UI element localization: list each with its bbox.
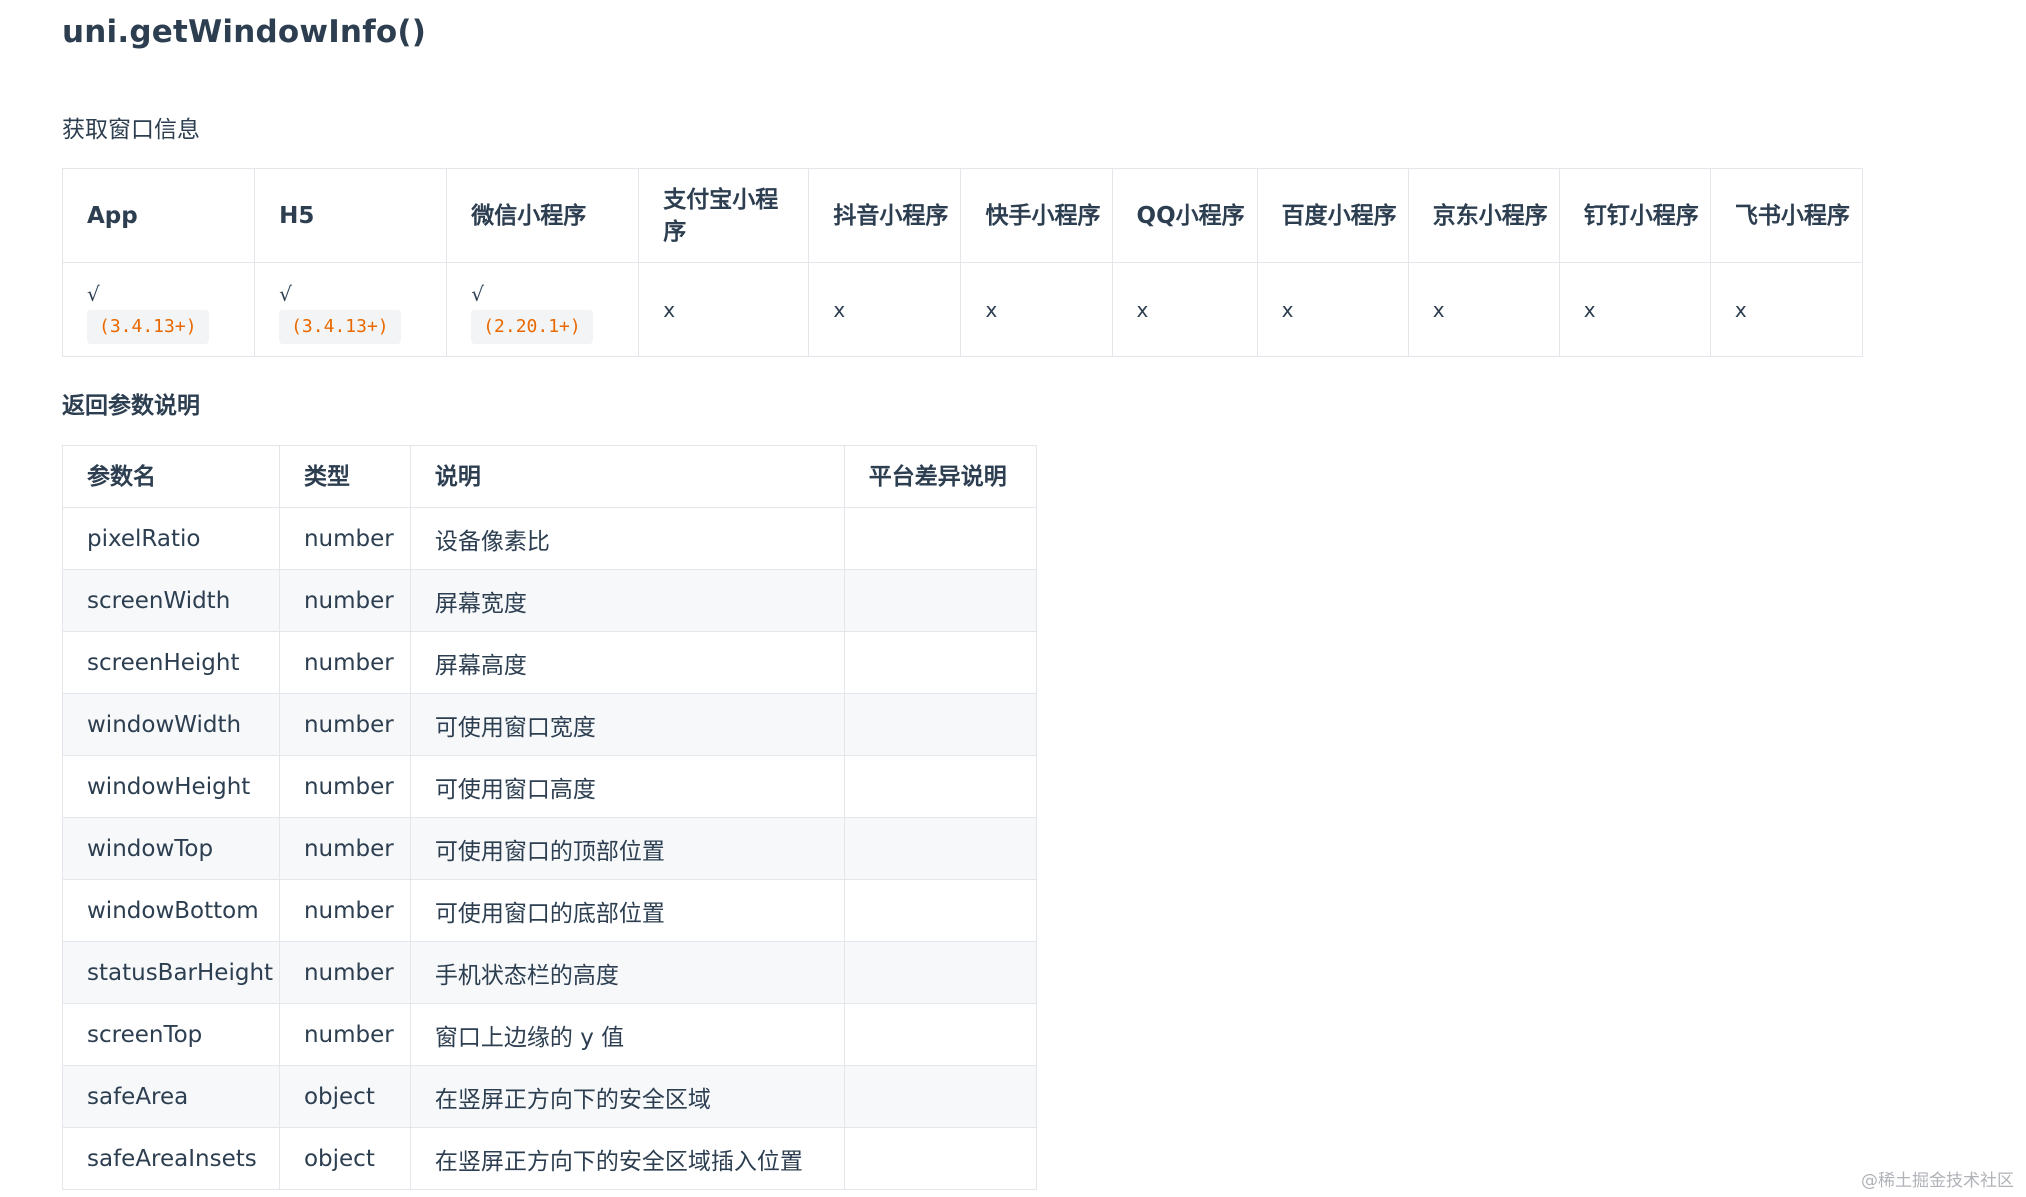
- param-note: [843, 1003, 1038, 1066]
- support-cell-h5: √ (3.4.13+): [254, 262, 448, 357]
- param-desc: 在竖屏正方向下的安全区域: [409, 1065, 845, 1128]
- param-note: [843, 817, 1038, 880]
- table-row: windowHeight number 可使用窗口高度: [62, 755, 1038, 818]
- table-row: pixelRatio number 设备像素比: [62, 507, 1038, 570]
- param-name: windowBottom: [62, 879, 280, 942]
- param-note: [843, 507, 1038, 570]
- param-note: [843, 1127, 1038, 1190]
- section-heading-return-params: 返回参数说明: [62, 393, 200, 419]
- param-desc: 可使用窗口的顶部位置: [409, 817, 845, 880]
- table-row: screenTop number 窗口上边缘的 y 值: [62, 1003, 1038, 1066]
- param-type: number: [278, 879, 411, 942]
- version-badge: (3.4.13+): [87, 309, 209, 344]
- params-header-desc: 说明: [409, 445, 845, 508]
- platform-header-dingtalk: 钉钉小程序: [1558, 168, 1711, 263]
- version-badge: (2.20.1+): [471, 309, 593, 344]
- param-type: number: [278, 693, 411, 756]
- param-note: [843, 941, 1038, 1004]
- param-type: number: [278, 1003, 411, 1066]
- param-desc: 手机状态栏的高度: [409, 941, 845, 1004]
- support-cell-app: √ (3.4.13+): [61, 262, 256, 357]
- support-cell-douyin: x: [808, 262, 962, 357]
- param-name: windowTop: [62, 817, 280, 880]
- support-cell-dingtalk: x: [1558, 262, 1711, 357]
- param-name: screenTop: [62, 1003, 280, 1066]
- param-name: screenHeight: [62, 631, 280, 694]
- platform-header-h5: H5: [254, 168, 448, 263]
- support-cell-weixin: √ (2.20.1+): [446, 262, 640, 357]
- page-subtitle: 获取窗口信息: [62, 117, 200, 143]
- support-cell-jd: x: [1407, 262, 1560, 357]
- support-cell-kuaishou: x: [960, 262, 1113, 357]
- table-row: windowWidth number 可使用窗口宽度: [62, 693, 1038, 756]
- param-type: number: [278, 507, 411, 570]
- param-note: [843, 879, 1038, 942]
- param-desc: 设备像素比: [409, 507, 845, 570]
- platform-header-alipay: 支付宝小程序: [638, 168, 810, 263]
- support-cell-feishu: x: [1709, 262, 1864, 357]
- platform-header-feishu: 飞书小程序: [1709, 168, 1864, 263]
- platform-header-baidu: 百度小程序: [1256, 168, 1409, 263]
- platform-header-jd: 京东小程序: [1407, 168, 1560, 263]
- platform-header-row: App H5 微信小程序 支付宝小程序 抖音小程序 快手小程序 QQ小程序 百度…: [61, 168, 1864, 263]
- param-type: number: [278, 569, 411, 632]
- param-desc: 在竖屏正方向下的安全区域插入位置: [409, 1127, 845, 1190]
- return-params-table: 参数名 类型 说明 平台差异说明 pixelRatio number 设备像素比…: [62, 445, 1038, 1190]
- param-desc: 屏幕高度: [409, 631, 845, 694]
- params-header-name: 参数名: [62, 445, 280, 508]
- support-cell-baidu: x: [1256, 262, 1409, 357]
- param-desc: 屏幕宽度: [409, 569, 845, 632]
- page-title: uni.getWindowInfo(): [62, 14, 427, 50]
- platform-header-kuaishou: 快手小程序: [960, 168, 1113, 263]
- param-type: number: [278, 817, 411, 880]
- support-cell-alipay: x: [638, 262, 810, 357]
- table-row: screenHeight number 屏幕高度: [62, 631, 1038, 694]
- platform-header-douyin: 抖音小程序: [808, 168, 962, 263]
- param-desc: 可使用窗口宽度: [409, 693, 845, 756]
- support-cell-qq: x: [1111, 262, 1258, 357]
- params-header-row: 参数名 类型 说明 平台差异说明: [62, 445, 1038, 508]
- table-row: safeArea object 在竖屏正方向下的安全区域: [62, 1065, 1038, 1128]
- platform-header-qq: QQ小程序: [1111, 168, 1258, 263]
- param-name: pixelRatio: [62, 507, 280, 570]
- param-type: number: [278, 941, 411, 1004]
- table-row: windowTop number 可使用窗口的顶部位置: [62, 817, 1038, 880]
- param-type: number: [278, 631, 411, 694]
- table-row: screenWidth number 屏幕宽度: [62, 569, 1038, 632]
- param-note: [843, 693, 1038, 756]
- support-mark: √: [471, 281, 484, 306]
- param-type: object: [278, 1127, 411, 1190]
- param-note: [843, 1065, 1038, 1128]
- param-name: safeArea: [62, 1065, 280, 1128]
- table-row: statusBarHeight number 手机状态栏的高度: [62, 941, 1038, 1004]
- params-header-type: 类型: [278, 445, 411, 508]
- param-name: screenWidth: [62, 569, 280, 632]
- platform-header-app: App: [61, 168, 256, 263]
- param-desc: 可使用窗口的底部位置: [409, 879, 845, 942]
- param-name: windowHeight: [62, 755, 280, 818]
- param-desc: 窗口上边缘的 y 值: [409, 1003, 845, 1066]
- table-row: safeAreaInsets object 在竖屏正方向下的安全区域插入位置: [62, 1127, 1038, 1190]
- params-header-note: 平台差异说明: [843, 445, 1038, 508]
- param-note: [843, 755, 1038, 818]
- support-mark: √: [87, 281, 100, 306]
- platform-support-table: App H5 微信小程序 支付宝小程序 抖音小程序 快手小程序 QQ小程序 百度…: [61, 168, 1864, 357]
- param-name: windowWidth: [62, 693, 280, 756]
- param-name: statusBarHeight: [62, 941, 280, 1004]
- param-type: number: [278, 755, 411, 818]
- param-desc: 可使用窗口高度: [409, 755, 845, 818]
- param-name: safeAreaInsets: [62, 1127, 280, 1190]
- support-mark: √: [279, 281, 292, 306]
- param-note: [843, 569, 1038, 632]
- platform-header-weixin: 微信小程序: [446, 168, 640, 263]
- watermark: @稀土掘金技术社区: [1861, 1171, 2014, 1191]
- version-badge: (3.4.13+): [279, 309, 401, 344]
- table-row: windowBottom number 可使用窗口的底部位置: [62, 879, 1038, 942]
- param-type: object: [278, 1065, 411, 1128]
- param-note: [843, 631, 1038, 694]
- platform-support-row: √ (3.4.13+) √ (3.4.13+) √ (2.20.1+) x x …: [61, 262, 1864, 357]
